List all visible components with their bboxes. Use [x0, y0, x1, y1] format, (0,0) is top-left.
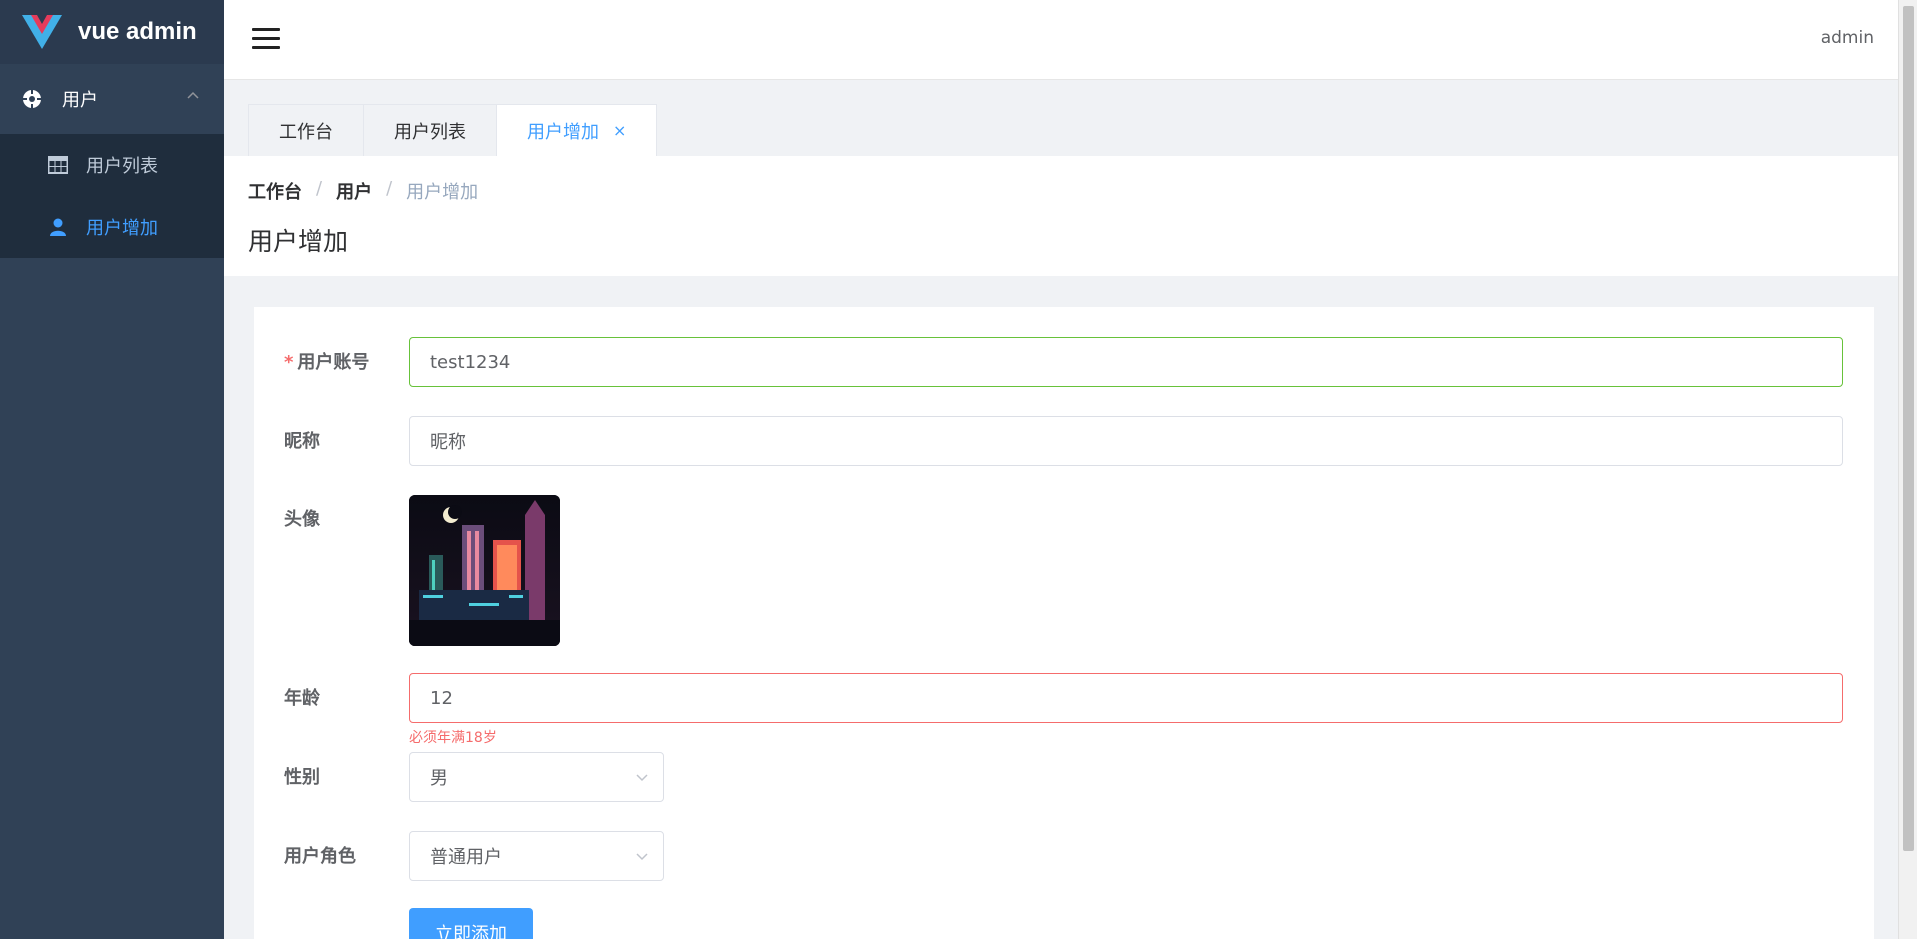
- nickname-placeholder: 昵称: [430, 432, 466, 453]
- chevron-down-icon: [636, 853, 648, 861]
- role-label: 用户角色: [284, 846, 356, 867]
- hamburger-menu-icon[interactable]: [252, 28, 280, 52]
- sidebar-submenu: 用户列表 用户增加: [0, 134, 224, 258]
- breadcrumb-item-current: 用户增加: [406, 182, 479, 203]
- sidebar-item-user-list[interactable]: 用户列表: [0, 134, 224, 196]
- breadcrumb-item-workbench[interactable]: 工作台: [248, 178, 302, 204]
- avatar-label: 头像: [284, 509, 320, 530]
- breadcrumb: 工作台 / 用户 / 用户增加: [248, 178, 478, 204]
- breadcrumb-separator: /: [386, 178, 393, 199]
- breadcrumb-item-user[interactable]: 用户: [336, 178, 372, 204]
- account-label: * 用户账号: [284, 352, 370, 373]
- tab-user-list[interactable]: 用户列表: [363, 104, 497, 156]
- avatar-image: [409, 495, 560, 646]
- user-icon: [50, 218, 66, 236]
- avatar-uploader[interactable]: [409, 495, 560, 646]
- tab-workbench[interactable]: 工作台: [248, 104, 364, 156]
- sidebar-item-user-add[interactable]: 用户增加: [0, 196, 224, 258]
- sidebar-menu-label: 用户: [62, 90, 98, 111]
- required-mark: *: [284, 352, 294, 373]
- role-select[interactable]: 普通用户: [409, 831, 664, 881]
- sidebar-menu-user[interactable]: 用户: [0, 64, 224, 134]
- tab-label: 用户列表: [394, 121, 466, 143]
- chevron-down-icon: [636, 774, 648, 782]
- age-label: 年龄: [284, 688, 320, 709]
- sidebar: vue admin 用户 用户列表 用户增加: [0, 0, 224, 939]
- page-header: 工作台 / 用户 / 用户增加 用户增加: [224, 156, 1898, 276]
- sidebar-item-label: 用户列表: [86, 156, 158, 177]
- vue-logo-icon: [22, 15, 62, 49]
- account-value: test1234: [430, 351, 511, 373]
- breadcrumb-separator: /: [316, 178, 323, 199]
- user-menu[interactable]: admin: [1821, 28, 1874, 48]
- submit-button[interactable]: 立即添加: [409, 908, 533, 939]
- page-title: 用户增加: [248, 227, 349, 256]
- app-title: vue admin: [78, 18, 197, 45]
- brand[interactable]: vue admin: [0, 0, 224, 64]
- compass-icon: [22, 89, 42, 109]
- page-scrollbar[interactable]: [1898, 0, 1917, 939]
- age-input[interactable]: 12: [409, 673, 1843, 723]
- top-navbar: admin: [224, 0, 1898, 80]
- gender-label: 性别: [284, 767, 320, 788]
- chevron-up-icon: [187, 91, 199, 99]
- age-error-message: 必须年满18岁: [409, 730, 497, 746]
- nickname-input[interactable]: 昵称: [409, 416, 1843, 466]
- scrollbar-thumb[interactable]: [1903, 6, 1914, 851]
- close-icon[interactable]: ×: [613, 121, 626, 140]
- gender-value: 男: [430, 768, 448, 789]
- tab-label: 工作台: [279, 121, 333, 143]
- tabs-bar: 工作台 用户列表 用户增加 ×: [248, 104, 658, 156]
- tab-user-add[interactable]: 用户增加 ×: [496, 104, 658, 156]
- nickname-label: 昵称: [284, 431, 320, 452]
- tab-label: 用户增加: [527, 121, 599, 143]
- gender-select[interactable]: 男: [409, 752, 664, 802]
- role-value: 普通用户: [430, 847, 502, 868]
- table-icon: [48, 156, 68, 174]
- account-input[interactable]: test1234: [409, 337, 1843, 387]
- age-value: 12: [430, 687, 453, 709]
- user-add-form: * 用户账号 test1234 昵称 昵称 头像 年龄 12 必须年满18岁 性…: [254, 307, 1874, 939]
- sidebar-item-label: 用户增加: [86, 218, 158, 239]
